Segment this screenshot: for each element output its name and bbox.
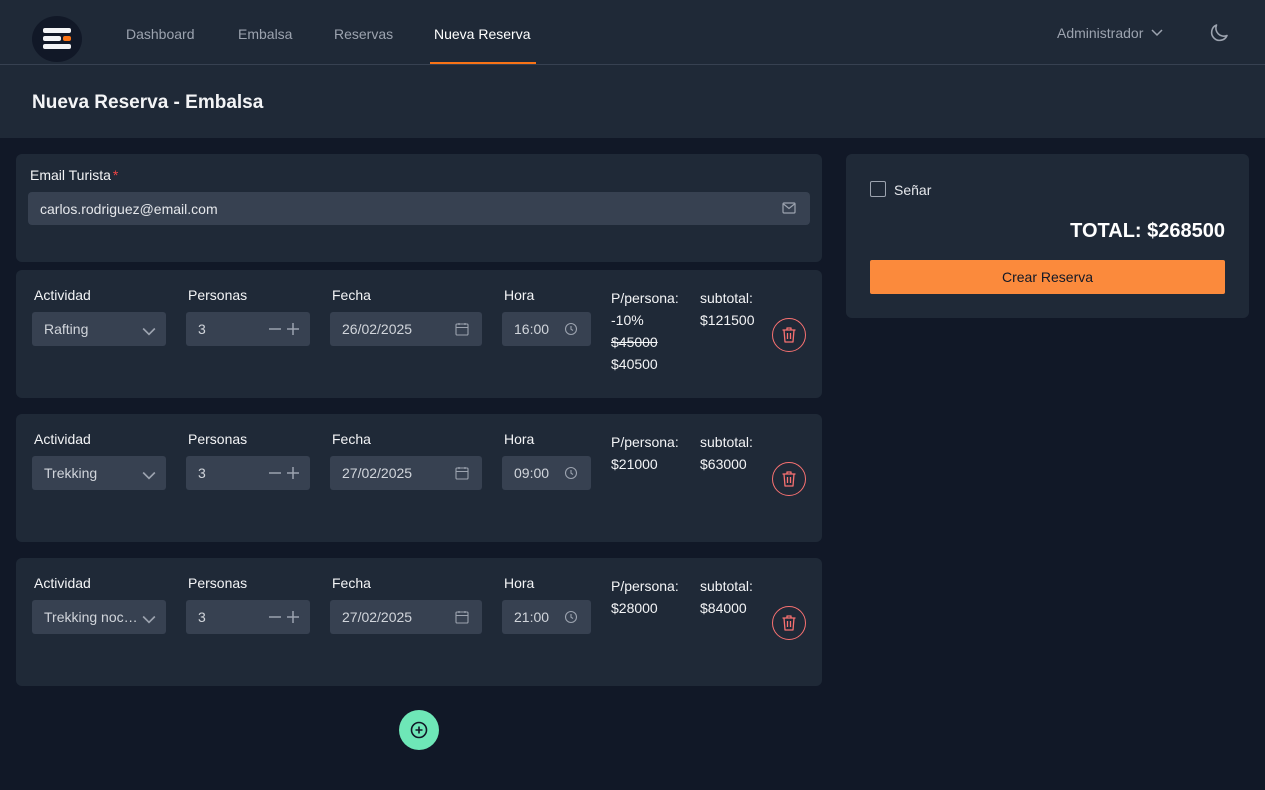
activity-card: Actividad Personas Fecha Hora Rafting 3 …: [16, 270, 822, 398]
subtotal-value: $121500: [700, 312, 755, 328]
add-activity-button[interactable]: [399, 710, 439, 750]
create-reservation-button[interactable]: Crear Reserva: [870, 260, 1225, 294]
chevron-down-icon: [1151, 29, 1163, 37]
trash-icon: [782, 615, 796, 631]
actividad-select[interactable]: Trekking: [32, 456, 166, 490]
nav-nueva-reserva[interactable]: Nueva Reserva: [434, 26, 531, 42]
delete-activity-button[interactable]: [772, 318, 806, 352]
fecha-input[interactable]: 27/02/2025: [330, 600, 482, 634]
nav-reservas[interactable]: Reservas: [334, 26, 393, 42]
delete-activity-button[interactable]: [772, 606, 806, 640]
actividad-select[interactable]: Trekking noc…: [32, 600, 166, 634]
fecha-input[interactable]: 26/02/2025: [330, 312, 482, 346]
subtotal-value: $84000: [700, 600, 747, 616]
price-value: $21000: [611, 456, 658, 472]
clock-icon: [564, 466, 578, 480]
trash-icon: [782, 471, 796, 487]
plus-icon[interactable]: [286, 610, 300, 624]
page-title: Nueva Reserva - Embalsa: [32, 92, 264, 113]
delete-activity-button[interactable]: [772, 462, 806, 496]
subtotal-value: $63000: [700, 456, 747, 472]
user-name: Administrador: [1057, 25, 1144, 41]
personas-label: Personas: [188, 287, 248, 303]
email-label: Email Turista *: [30, 167, 119, 183]
trash-icon: [782, 327, 796, 343]
discount-label: -10%: [611, 312, 644, 328]
chevron-down-icon: [142, 615, 156, 624]
price-per-person: P/persona: $21000: [611, 431, 679, 475]
top-navbar: Dashboard Embalsa Reservas Nueva Reserva…: [0, 0, 1265, 65]
price-per-person: P/persona: -10% $45000 $40500: [611, 287, 679, 375]
nav-dashboard[interactable]: Dashboard: [126, 26, 195, 42]
calendar-icon: [455, 323, 469, 336]
plus-circle-icon: [410, 721, 428, 739]
personas-label: Personas: [188, 431, 248, 447]
app-logo-icon[interactable]: [32, 16, 82, 62]
total-amount: TOTAL: $268500: [1070, 220, 1225, 242]
hora-input[interactable]: 09:00: [502, 456, 591, 490]
quantity-stepper[interactable]: 3: [186, 600, 310, 634]
summary-card: Señar TOTAL: $268500 Crear Reserva: [846, 154, 1249, 318]
clock-icon: [564, 322, 578, 336]
plus-icon[interactable]: [286, 466, 300, 480]
moon-icon[interactable]: [1207, 21, 1231, 45]
personas-label: Personas: [188, 575, 248, 591]
nav-embalsa[interactable]: Embalsa: [238, 26, 292, 42]
fecha-label: Fecha: [332, 575, 371, 591]
user-menu[interactable]: Administrador: [1057, 25, 1163, 41]
fecha-label: Fecha: [332, 431, 371, 447]
fecha-input[interactable]: 27/02/2025: [330, 456, 482, 490]
chevron-down-icon: [142, 327, 156, 336]
activity-card: Actividad Personas Fecha Hora Trekking 3…: [16, 414, 822, 542]
price-per-person: P/persona: $28000: [611, 575, 679, 619]
chevron-down-icon: [142, 471, 156, 480]
clock-icon: [564, 610, 578, 624]
hora-label: Hora: [504, 287, 535, 303]
hora-input[interactable]: 16:00: [502, 312, 591, 346]
calendar-icon: [455, 611, 469, 624]
subtotal: subtotal: $121500: [700, 287, 755, 331]
email-card: Email Turista *: [16, 154, 822, 262]
minus-icon[interactable]: [268, 322, 282, 336]
old-price: $45000: [611, 334, 658, 350]
actividad-label: Actividad: [34, 431, 91, 447]
quantity-stepper[interactable]: 3: [186, 312, 310, 346]
activity-card: Actividad Personas Fecha Hora Trekking n…: [16, 558, 822, 686]
minus-icon[interactable]: [268, 466, 282, 480]
price-value: $40500: [611, 356, 658, 372]
senar-checkbox[interactable]: [870, 181, 886, 197]
subtotal: subtotal: $84000: [700, 575, 753, 619]
quantity-stepper[interactable]: 3: [186, 456, 310, 490]
active-tab-indicator: [430, 62, 536, 64]
plus-icon[interactable]: [286, 322, 300, 336]
mail-icon: [782, 202, 796, 214]
fecha-label: Fecha: [332, 287, 371, 303]
actividad-label: Actividad: [34, 575, 91, 591]
actividad-select[interactable]: Rafting: [32, 312, 166, 346]
senar-label: Señar: [894, 182, 932, 198]
hora-input[interactable]: 21:00: [502, 600, 591, 634]
minus-icon[interactable]: [268, 610, 282, 624]
subtotal: subtotal: $63000: [700, 431, 753, 475]
calendar-icon: [455, 467, 469, 480]
hora-label: Hora: [504, 431, 535, 447]
page-header: Nueva Reserva - Embalsa: [0, 65, 1265, 138]
required-mark: *: [112, 167, 119, 183]
actividad-label: Actividad: [34, 287, 91, 303]
hora-label: Hora: [504, 575, 535, 591]
price-value: $28000: [611, 600, 658, 616]
email-field[interactable]: [28, 192, 810, 225]
